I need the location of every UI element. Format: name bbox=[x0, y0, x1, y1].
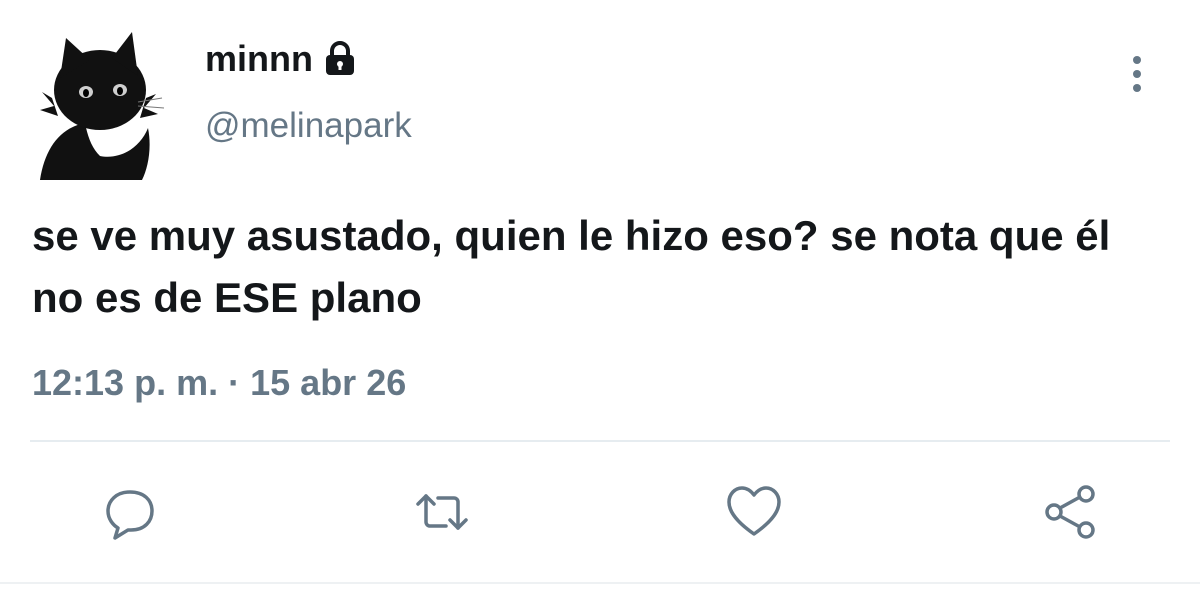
display-name-row[interactable]: minnn bbox=[205, 38, 357, 80]
tweet-time: 12:13 p. m. bbox=[32, 362, 219, 403]
tweet-text: se ve muy asustado, quien le hizo eso? s… bbox=[32, 212, 1111, 321]
display-name[interactable]: minnn bbox=[205, 38, 313, 80]
action-bar bbox=[0, 482, 1200, 542]
share-icon bbox=[1045, 485, 1095, 539]
black-cat-avatar-icon bbox=[40, 32, 165, 180]
like-icon bbox=[727, 486, 781, 536]
tweet-timestamp[interactable]: 12:13 p. m. · 15 abr 26 bbox=[32, 362, 406, 404]
reply-button[interactable] bbox=[100, 482, 160, 542]
tweet-card: minnn @melinapark se ve muy asustado, qu… bbox=[0, 0, 1200, 600]
reply-icon bbox=[106, 490, 154, 540]
lock-icon bbox=[323, 41, 357, 77]
tweet-date: 15 abr 26 bbox=[250, 362, 407, 403]
user-handle[interactable]: @melinapark bbox=[205, 106, 412, 146]
divider bbox=[30, 440, 1170, 442]
bottom-divider bbox=[0, 582, 1200, 584]
avatar[interactable] bbox=[30, 28, 182, 180]
like-button[interactable] bbox=[724, 482, 784, 542]
retweet-button[interactable] bbox=[412, 482, 472, 542]
meta-separator: · bbox=[228, 362, 241, 403]
retweet-icon bbox=[416, 494, 468, 530]
more-vertical-icon[interactable] bbox=[1122, 52, 1152, 96]
share-button[interactable] bbox=[1040, 482, 1100, 542]
